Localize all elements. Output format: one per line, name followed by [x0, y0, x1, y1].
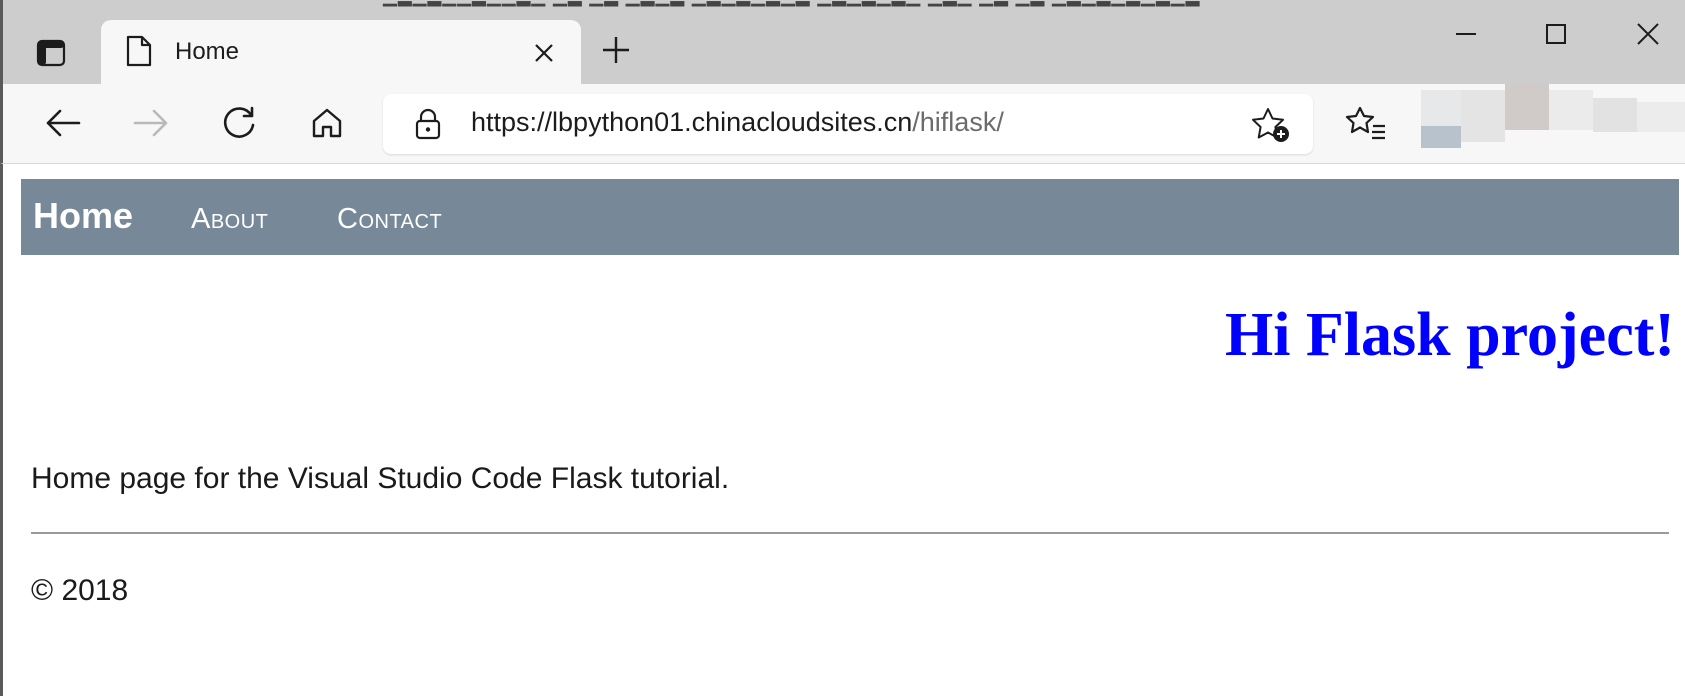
footer-copyright: © 2018 — [31, 574, 129, 607]
background-window-text: ▁▂▁▂▁▁▂▁▁▂▁ ▁▂ ▁▂ ▁▂▁▂ ▁▂▁▂▁▂▁▂ ▁▂▁▂▁▂▁ … — [383, 0, 1200, 7]
intro-text: Home page for the Visual Studio Code Fla… — [31, 462, 730, 495]
star-plus-icon[interactable] — [1251, 106, 1291, 144]
nav-contact-link[interactable]: Contact — [337, 203, 442, 236]
forward-arrow-icon[interactable] — [128, 100, 174, 146]
url-text[interactable]: https://lbpython01.chinacloudsites.cn/hi… — [471, 107, 1004, 138]
refresh-icon[interactable] — [216, 100, 262, 146]
divider — [31, 532, 1669, 534]
maximize-icon[interactable] — [1533, 14, 1579, 54]
back-arrow-icon[interactable] — [40, 100, 86, 146]
tab-actions-icon[interactable] — [28, 33, 74, 73]
page-heading: Hi Flask project! — [1224, 301, 1675, 369]
site-navbar: Home About Contact — [21, 179, 1679, 255]
plus-icon[interactable] — [598, 32, 634, 68]
nav-about-link[interactable]: About — [191, 203, 268, 236]
profile-area[interactable] — [1421, 84, 1685, 164]
address-bar[interactable]: https://lbpython01.chinacloudsites.cn/hi… — [383, 94, 1313, 154]
url-path: /hiflask/ — [912, 107, 1004, 137]
tab-home[interactable]: Home — [101, 20, 581, 84]
nav-home-link[interactable]: Home — [33, 195, 133, 237]
home-icon[interactable] — [304, 100, 350, 146]
lock-icon[interactable] — [413, 108, 443, 140]
tab-strip: ▁▂▁▂▁▁▂▁▁▂▁ ▁▂ ▁▂ ▁▂▁▂ ▁▂▁▂▁▂▁▂ ▁▂▁▂▁▂▁ … — [0, 0, 1685, 84]
favorites-list-icon[interactable] — [1345, 102, 1389, 146]
url-host: https://lbpython01.chinacloudsites.cn — [471, 107, 913, 137]
window-close-icon[interactable] — [1625, 14, 1671, 54]
page-icon — [125, 34, 153, 68]
page-viewport: Home About Contact Hi Flask project! Hom… — [0, 164, 1685, 696]
browser-toolbar: https://lbpython01.chinacloudsites.cn/hi… — [0, 84, 1685, 164]
minimize-icon[interactable] — [1443, 14, 1489, 54]
tab-title: Home — [175, 38, 240, 65]
close-icon[interactable] — [529, 38, 559, 68]
browser-window: ▁▂▁▂▁▁▂▁▁▂▁ ▁▂ ▁▂ ▁▂▁▂ ▁▂▁▂▁▂▁▂ ▁▂▁▂▁▂▁ … — [0, 0, 1685, 696]
